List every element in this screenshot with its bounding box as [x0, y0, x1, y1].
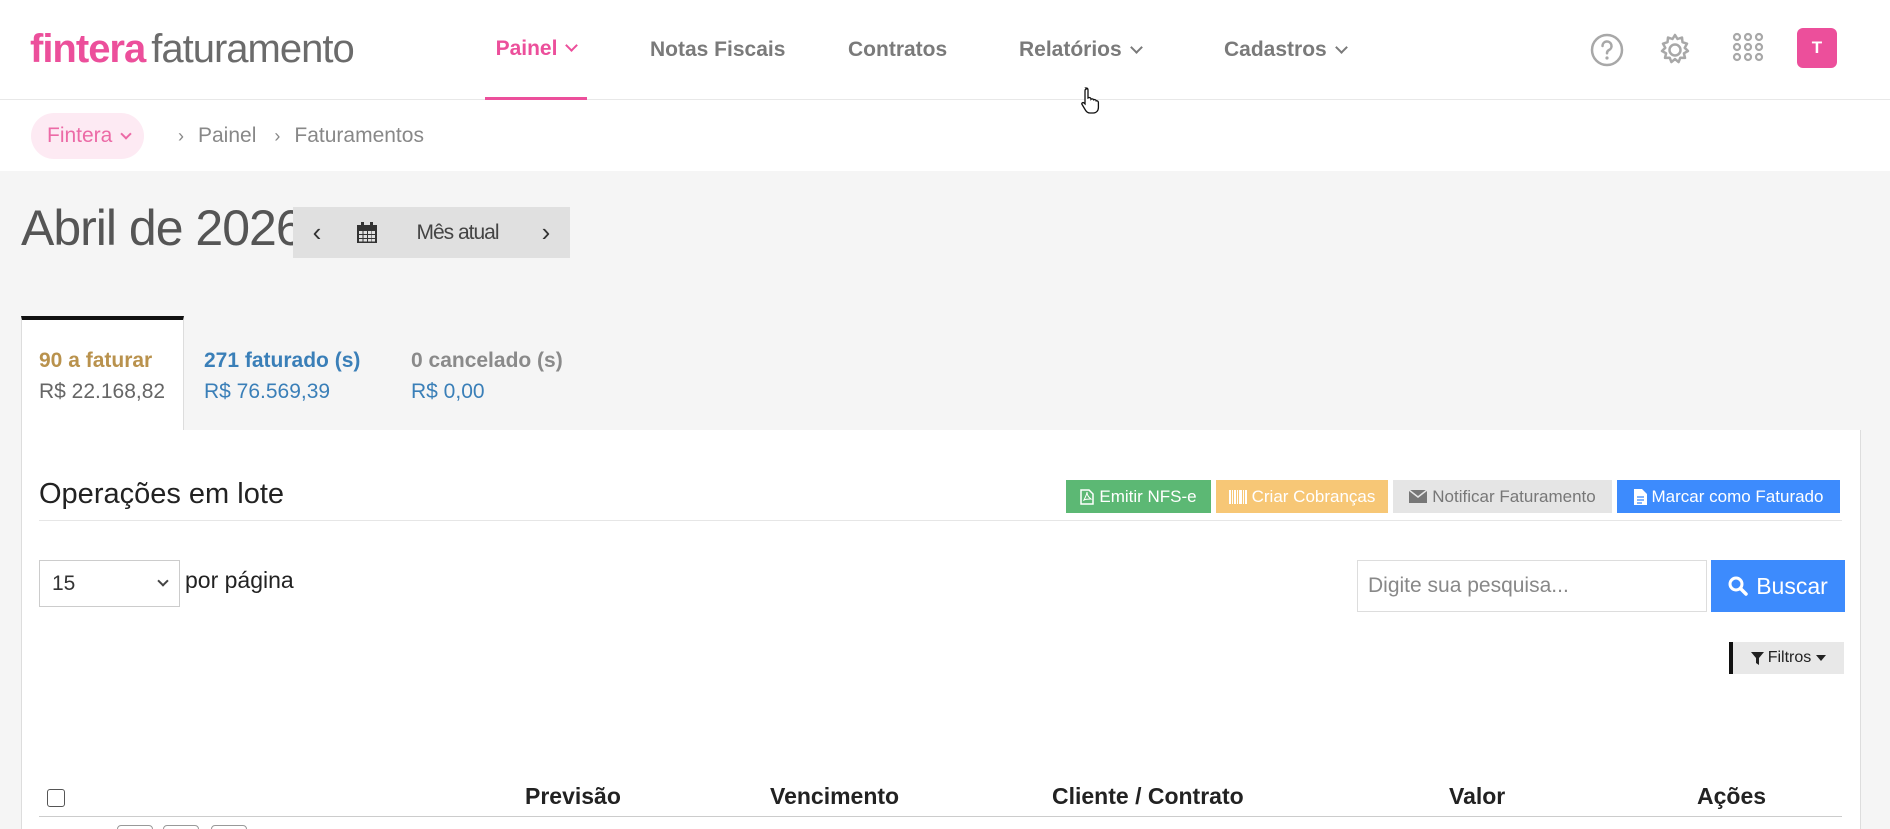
breadcrumb-item-painel[interactable]: Painel [198, 124, 256, 148]
month-navigator: ‹ Mês atual › [293, 207, 570, 258]
filters-label: Filtros [1767, 649, 1812, 666]
col-vencimento[interactable]: Vencimento [770, 783, 899, 810]
tab-a-faturar[interactable]: 90 a faturar R$ 22.168,82 [39, 346, 165, 408]
search-icon [1728, 576, 1748, 596]
user-avatar[interactable]: T [1797, 28, 1837, 68]
chevron-right-icon: › [274, 125, 281, 146]
col-valor[interactable]: Valor [1449, 783, 1505, 810]
barcode-icon [1228, 489, 1247, 504]
col-acoes: Ações [1697, 783, 1767, 809]
per-page-value: 15 [52, 571, 76, 595]
divider [39, 520, 1842, 521]
chevron-right-icon: › [178, 125, 184, 146]
emitir-nfse-label: Emitir NFS-e [1099, 486, 1197, 506]
per-page-label: por página [185, 567, 294, 593]
marcar-faturado-button[interactable]: Marcar como Faturado [1617, 480, 1840, 513]
notificar-faturamento-button[interactable]: Notificar Faturamento [1393, 480, 1612, 513]
tab-cancelado[interactable]: 0 cancelado (s) R$ 0,00 [411, 346, 563, 408]
breadcrumb-item-faturamentos: Faturamentos [294, 124, 424, 147]
prev-month-button[interactable]: ‹ [293, 207, 341, 258]
chevron-down-icon [1334, 40, 1348, 54]
chevron-down-icon [565, 39, 579, 52]
app-logo[interactable]: fintera faturamento [30, 24, 355, 74]
current-month-button[interactable]: Mês atual [393, 221, 522, 245]
notificar-faturamento-label: Notificar Faturamento [1432, 486, 1596, 506]
tab-a-faturar-count: 90 a faturar [39, 349, 153, 372]
marcar-faturado-label: Marcar como Faturado [1651, 486, 1824, 506]
search-placeholder: Digite sua pesquisa... [1368, 574, 1569, 597]
col-previsao[interactable]: Previsão [525, 783, 621, 810]
breadcrumb: › Painel › Faturamentos [178, 124, 442, 148]
tab-faturado-count: 271 faturado (s) [204, 349, 361, 372]
row-action-button[interactable] [163, 825, 199, 829]
calendar-button[interactable] [341, 207, 393, 258]
nav-painel[interactable]: Painel [485, 0, 587, 100]
row-action-button[interactable] [117, 825, 153, 829]
tab-cancelado-count: 0 cancelado (s) [411, 349, 563, 372]
row-action-button[interactable] [211, 825, 247, 829]
help-circle-icon[interactable] [1587, 30, 1627, 70]
hand-pointer-icon [1081, 87, 1100, 114]
page-title: Abril de 2026 [21, 200, 304, 256]
next-month-button[interactable]: › [522, 207, 570, 258]
chevron-down-icon [1129, 40, 1143, 54]
nav-relatorios-label: Relatórios [1019, 38, 1122, 61]
tab-faturado-amount: R$ 76.569,39 [204, 380, 331, 403]
criar-cobrancas-button[interactable]: Criar Cobranças [1216, 480, 1388, 513]
file-pdf-icon [1080, 488, 1095, 505]
nav-painel-label: Painel [495, 36, 558, 60]
logo-brand: fintera [30, 27, 146, 71]
search-button-label: Buscar [1756, 572, 1828, 599]
tenant-label: Fintera [47, 124, 113, 147]
chevron-down-icon [157, 575, 169, 587]
search-button[interactable]: Buscar [1711, 560, 1845, 612]
tab-cancelado-amount: R$ 0,00 [411, 380, 485, 403]
envelope-icon [1409, 490, 1428, 503]
search-input[interactable]: Digite sua pesquisa... [1357, 560, 1707, 612]
calendar-icon [357, 221, 377, 243]
nav-cadastros[interactable]: Cadastros [1224, 0, 1348, 100]
filter-icon [1750, 651, 1764, 665]
logo-product: faturamento [151, 27, 354, 71]
gear-icon[interactable] [1655, 30, 1695, 70]
tab-a-faturar-amount: R$ 22.168,82 [39, 380, 166, 403]
nav-cadastros-label: Cadastros [1224, 38, 1327, 61]
table-header: Previsão Vencimento Cliente / Contrato V… [39, 775, 1842, 817]
emitir-nfse-button[interactable]: Emitir NFS-e [1066, 480, 1211, 513]
top-navbar: fintera faturamento Painel Notas Fiscais … [0, 0, 1890, 100]
col-cliente-contrato[interactable]: Cliente / Contrato [1052, 783, 1244, 810]
nav-contratos[interactable]: Contratos [848, 0, 947, 100]
caret-down-icon [1816, 655, 1827, 661]
nav-notas-fiscais[interactable]: Notas Fiscais [650, 0, 785, 100]
nav-contratos-label: Contratos [848, 38, 948, 61]
batch-operations-title: Operações em lote [39, 478, 285, 510]
file-text-icon [1633, 488, 1647, 505]
nav-relatorios[interactable]: Relatórios [1019, 0, 1143, 100]
tab-faturado[interactable]: 271 faturado (s) R$ 76.569,39 [204, 346, 360, 408]
criar-cobrancas-label: Criar Cobranças [1251, 486, 1376, 506]
filters-button[interactable]: Filtros [1729, 642, 1844, 674]
select-all-checkbox[interactable] [47, 789, 65, 807]
nav-notas-fiscais-label: Notas Fiscais [650, 38, 786, 61]
tenant-selector[interactable]: Fintera [31, 113, 145, 159]
chevron-down-icon [120, 127, 133, 140]
per-page-select[interactable]: 15 [39, 560, 180, 607]
apps-grid-icon[interactable] [1728, 30, 1768, 70]
